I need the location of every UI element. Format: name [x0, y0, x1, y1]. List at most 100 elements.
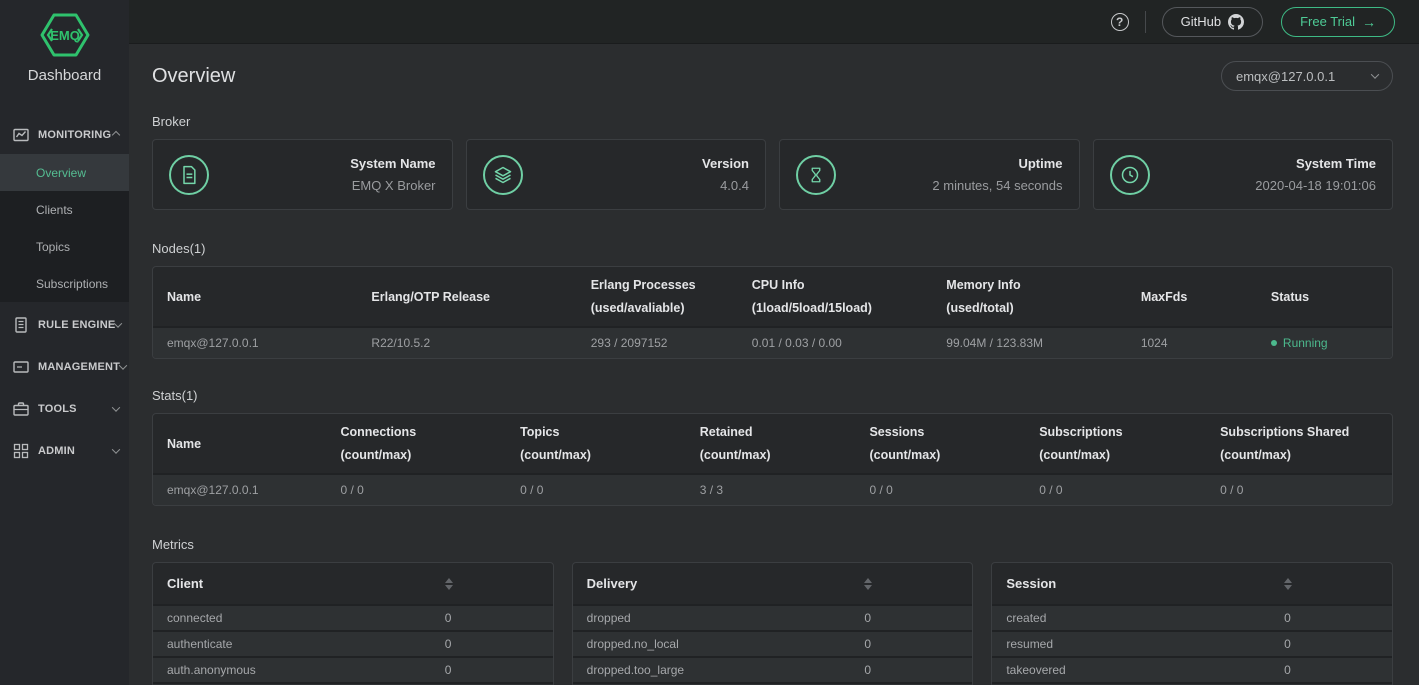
app-title: Dashboard [27, 67, 102, 84]
chevron-down-icon [118, 361, 128, 370]
table-row: emqx@127.0.0.1 0 / 0 0 / 0 3 / 3 0 / 0 0… [153, 473, 1392, 505]
topbar: ? GitHub Free Trial → [129, 0, 1419, 44]
sidebar-item-label: ADMIN [38, 445, 76, 457]
metric-row: takeovered 0 [992, 656, 1393, 682]
node-name-cell: emqx@127.0.0.1 [153, 473, 327, 505]
broker-section-title: Broker [152, 114, 191, 129]
sidebar-item-overview[interactable]: Overview [0, 154, 129, 191]
chevron-down-icon [114, 319, 123, 328]
metric-table-header: Client [153, 563, 553, 604]
topbar-divider [1144, 10, 1146, 33]
column-header: Connections (count/max) [340, 425, 417, 462]
help-icon[interactable]: ? [1110, 12, 1129, 31]
content: Overview emqx@127.0.0.1 Broker System Na… [129, 44, 1419, 685]
session-metrics-table: Session created0 resumed0 takeovered0 di… [991, 562, 1394, 685]
memory-info-cell: 99.04M / 123.83M [932, 326, 1127, 358]
sidebar-item-rule-engine[interactable]: RULE ENGINE [0, 306, 129, 344]
metric-row: dropped 0 [572, 604, 973, 630]
sidebar-item-topics[interactable]: Topics [0, 228, 129, 265]
metric-row: dropped.no_local 0 [572, 630, 973, 656]
card-value: 2 minutes, 54 seconds [932, 178, 1063, 193]
connections-cell: 0 / 0 [326, 473, 507, 505]
subscriptions-shared-cell: 0 / 0 [1206, 473, 1392, 505]
page-title: Overview [152, 64, 236, 87]
sort-icon[interactable] [864, 577, 873, 590]
metric-row: connected 0 [153, 604, 553, 630]
sidebar: EMQ Dashboard MONITORING Overview Client… [0, 0, 129, 685]
metric-row: created 0 [992, 604, 1393, 630]
erlang-otp-cell: R22/10.5.2 [357, 326, 577, 358]
column-header: Erlang Processes (used/avaliable) [590, 278, 696, 315]
delivery-metrics-table: Delivery dropped 0 dropped.no_local 0 drop… [571, 562, 974, 685]
sidebar-item-admin[interactable]: ADMIN [0, 432, 129, 470]
version-card: Version 4.0.4 [465, 139, 766, 210]
github-button[interactable]: GitHub [1161, 6, 1264, 37]
column-header: Name [167, 289, 202, 304]
column-header: Retained (count/max) [699, 425, 771, 462]
sidebar-item-label: MONITORING [38, 129, 112, 141]
client-metrics-table: Client connected 0 authenticate 0 auth.ano… [152, 562, 554, 685]
card-label: Uptime [1018, 156, 1063, 171]
main-area: ? GitHub Free Trial → Overview emqx@127.… [129, 0, 1419, 685]
sessions-cell: 0 / 0 [855, 473, 1026, 505]
layers-icon [482, 154, 523, 195]
logo: EMQ Dashboard [0, 0, 129, 98]
nodes-table: Name Erlang/OTP Release Erlang Processes… [152, 266, 1393, 359]
hourglass-icon [796, 154, 836, 195]
column-header: Memory Info (used/total) [946, 278, 1021, 315]
sidebar-item-tools[interactable]: TOOLS [0, 390, 129, 428]
metric-row: resumed 0 [992, 630, 1393, 656]
status-dot [1270, 340, 1277, 346]
rule-engine-icon [13, 317, 29, 333]
metric-row: authenticate 0 [153, 630, 553, 656]
column-header: Subscriptions (count/max) [1039, 425, 1123, 462]
column-header: CPU Info (1load/5load/15load) [751, 278, 872, 315]
sidebar-item-label: MANAGEMENT [38, 361, 121, 373]
free-trial-button[interactable]: Free Trial → [1281, 6, 1395, 37]
stats-table: Name Connections (count/max) Topics (count… [152, 413, 1393, 506]
column-header: Subscriptions Shared (count/max) [1220, 425, 1350, 462]
clock-icon [1109, 154, 1150, 195]
stats-section-title: Stats(1) [152, 388, 198, 403]
card-value: 2020-04-18 19:01:06 [1255, 178, 1376, 193]
column-header: Name [167, 436, 202, 451]
card-value: 4.0.4 [720, 178, 749, 193]
broker-cards: System Name EMQ X Broker Version 4.0.4 U… [152, 139, 1393, 210]
document-icon [169, 154, 209, 195]
metrics-tables: Client connected 0 authenticate 0 auth.ano… [152, 562, 1394, 685]
column-header: Sessions (count/max) [869, 425, 941, 462]
chevron-up-icon [111, 130, 121, 140]
sort-icon[interactable] [1284, 577, 1293, 590]
card-label: System Time [1296, 156, 1376, 171]
sidebar-item-management[interactable]: MANAGEMENT [0, 348, 129, 386]
sidebar-menu: MONITORING Overview Clients Topics Subsc… [0, 116, 129, 470]
node-selector-dropdown[interactable]: emqx@127.0.0.1 [1221, 61, 1393, 91]
card-value: EMQ X Broker [351, 178, 436, 193]
card-label: Version [702, 156, 749, 171]
sort-icon[interactable] [444, 577, 453, 590]
node-selector-value: emqx@127.0.0.1 [1236, 68, 1336, 84]
sidebar-item-monitoring[interactable]: MONITORING [0, 116, 129, 154]
sidebar-item-label: TOOLS [38, 403, 77, 415]
column-header: MaxFds [1140, 289, 1188, 304]
nodes-section-title: Nodes(1) [152, 241, 206, 256]
free-trial-label: Free Trial [1300, 14, 1355, 29]
topics-cell: 0 / 0 [506, 473, 686, 505]
github-icon [1228, 13, 1245, 30]
retained-cell: 3 / 3 [685, 473, 856, 505]
admin-icon [13, 443, 29, 459]
sidebar-item-clients[interactable]: Clients [0, 191, 129, 228]
sidebar-item-label: RULE ENGINE [38, 319, 116, 331]
management-icon [13, 359, 29, 375]
sidebar-item-subscriptions[interactable]: Subscriptions [0, 265, 129, 302]
app: EMQ Dashboard MONITORING Overview Client… [0, 0, 1419, 685]
svg-text:EMQ: EMQ [50, 28, 80, 43]
uptime-card: Uptime 2 minutes, 54 seconds [779, 139, 1080, 210]
chevron-down-icon [111, 445, 121, 454]
subscriptions-cell: 0 / 0 [1025, 473, 1207, 505]
card-label: System Name [350, 156, 436, 171]
column-header: Topics (count/max) [520, 425, 591, 462]
status-badge: Running [1256, 326, 1392, 358]
metric-row: dropped.too_large 0 [572, 656, 973, 682]
metric-table-header: Session [992, 563, 1392, 604]
